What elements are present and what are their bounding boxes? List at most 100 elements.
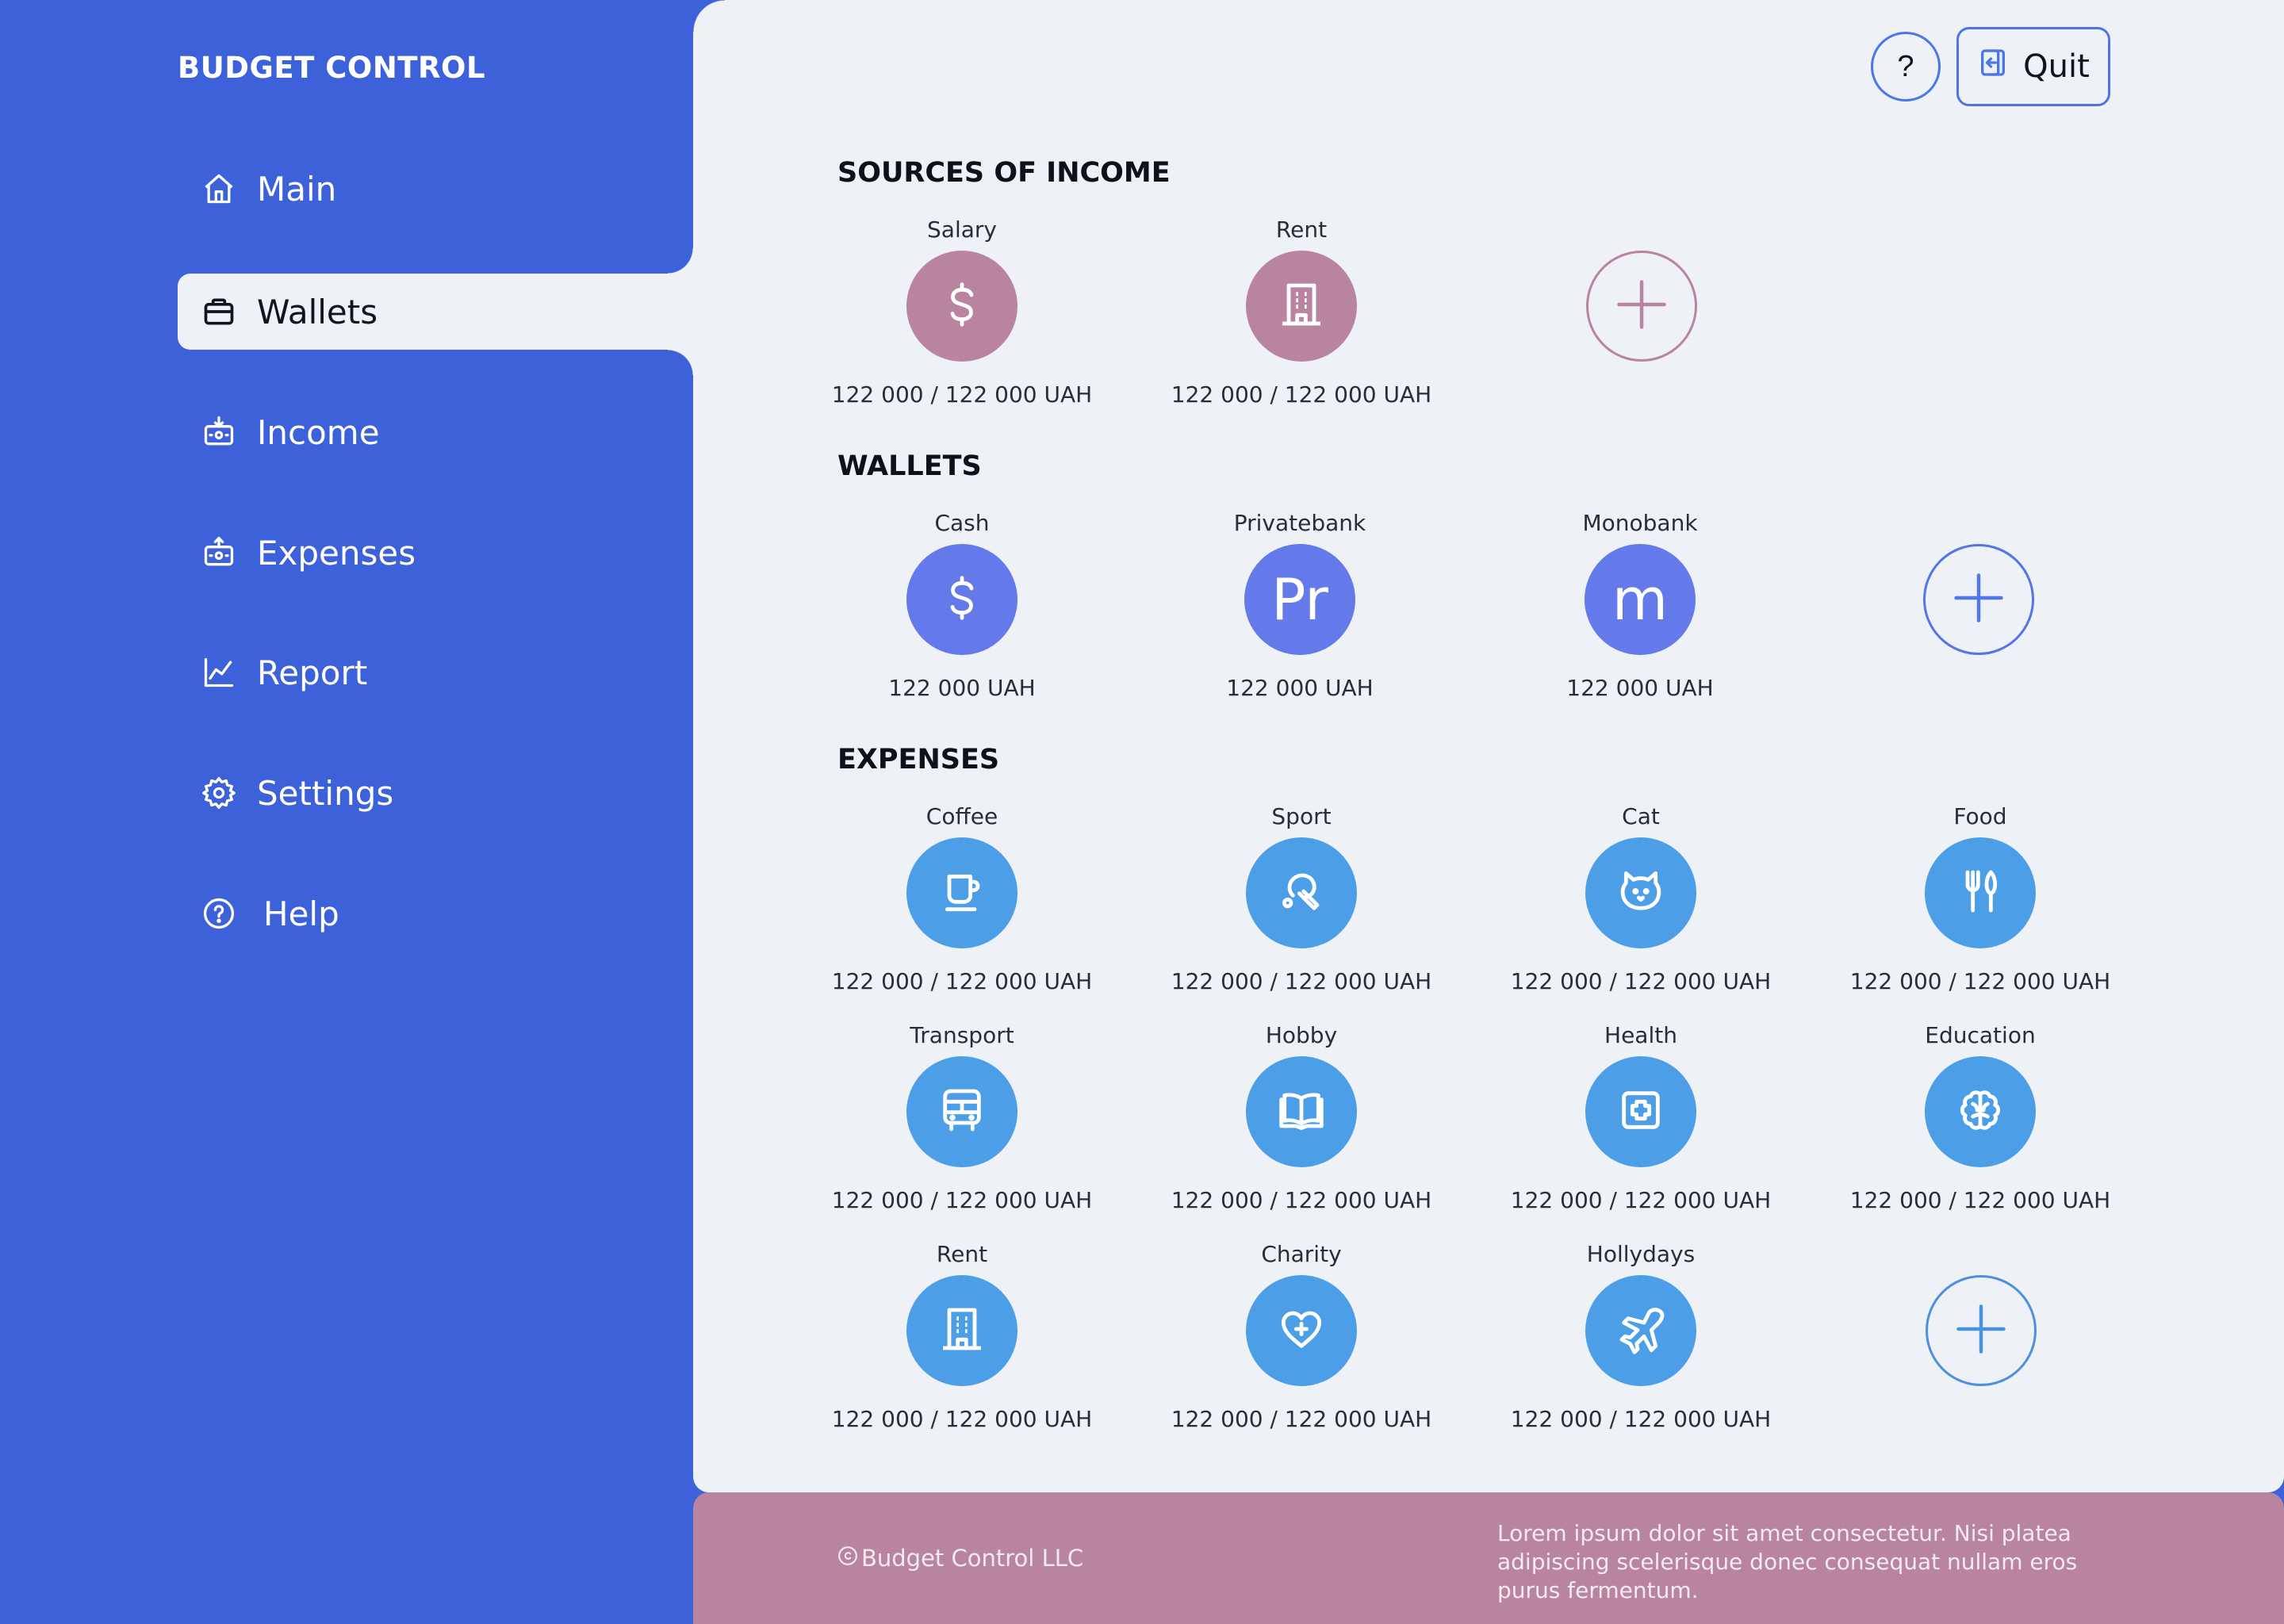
item-label: Rent — [1275, 216, 1328, 243]
privatebank-glyph: Pr — [1271, 566, 1328, 633]
app-logo: BUDGET CONTROL — [178, 51, 486, 85]
sidebar-item-help[interactable]: Help — [178, 875, 693, 952]
footer: Budget Control LLC Lorem ipsum dolor sit… — [693, 1492, 2284, 1624]
cat-icon — [1615, 866, 1666, 920]
copyright-icon — [837, 1545, 861, 1572]
help-button-label: ? — [1897, 49, 1914, 83]
item-icon-circle — [1585, 1056, 1696, 1167]
sidebar-item-report[interactable]: Report — [178, 634, 693, 710]
wallet-monobank[interactable]: Monobank m 122 000 UAH — [1489, 510, 1791, 708]
income-source-salary[interactable]: Salary 122 000 / 122 000 UAH — [811, 216, 1113, 415]
sidebar-item-label: Help — [263, 894, 339, 933]
home-icon — [201, 171, 236, 206]
item-label: Charity — [1261, 1241, 1342, 1267]
section-title-wallets: WALLETS — [837, 450, 982, 482]
dollar-icon — [937, 279, 987, 333]
item-amount: 122 000 / 122 000 UAH — [1510, 968, 1772, 994]
add-wallet-button[interactable] — [1923, 544, 2034, 655]
sidebar-item-label: Wallets — [257, 292, 378, 331]
ping-pong-icon — [1276, 866, 1327, 920]
item-label: Health — [1604, 1022, 1677, 1048]
item-amount: 122 000 / 122 000 UAH — [831, 1406, 1093, 1432]
sidebar-item-settings[interactable]: Settings — [178, 755, 693, 831]
item-icon-circle — [906, 544, 1017, 655]
chart-icon — [201, 655, 236, 690]
sidebar-item-wallets[interactable]: Wallets — [178, 248, 693, 375]
quit-button[interactable]: Quit — [1956, 27, 2110, 106]
item-amount: 122 000 / 122 000 UAH — [1510, 1187, 1772, 1213]
expense-hobby[interactable]: Hobby 122 000 / 122 000 UAH — [1151, 1022, 1452, 1220]
item-icon-circle — [906, 1275, 1017, 1386]
expense-cat[interactable]: Cat 122 000 / 122 000 UAH — [1490, 803, 1792, 1002]
item-icon-circle — [1925, 1056, 2036, 1167]
item-amount: 122 000 / 122 000 UAH — [1171, 1406, 1432, 1432]
item-label: Hollydays — [1586, 1241, 1696, 1267]
expense-rent[interactable]: Rent 122 000 / 122 000 UAH — [811, 1241, 1113, 1439]
section-title-expenses: EXPENSES — [837, 744, 1000, 776]
item-amount: 122 000 / 122 000 UAH — [831, 381, 1093, 408]
plus-icon — [1949, 568, 2009, 631]
income-icon — [201, 415, 236, 450]
item-label: Transport — [910, 1022, 1014, 1048]
expense-education[interactable]: Education 122 000 / 122 000 UAH — [1830, 1022, 2131, 1220]
item-icon-circle — [1246, 1275, 1357, 1386]
expense-health[interactable]: Health 122 000 / 122 000 UAH — [1490, 1022, 1792, 1220]
expenses-icon — [201, 535, 236, 570]
item-label: Food — [1953, 803, 2007, 829]
income-source-rent[interactable]: Rent 122 000 / 122 000 UAH — [1151, 216, 1452, 415]
help-circle-icon — [201, 896, 236, 931]
item-icon-circle — [1246, 251, 1357, 362]
expense-sport[interactable]: Sport 122 000 / 122 000 UAH — [1151, 803, 1452, 1002]
item-label: Coffee — [925, 803, 998, 829]
expense-transport[interactable]: Transport 122 000 / 122 000 UAH — [811, 1022, 1113, 1220]
sidebar-item-main[interactable]: Main — [178, 151, 693, 227]
item-amount: 122 000 / 122 000 UAH — [831, 1187, 1093, 1213]
expense-hollydays[interactable]: Hollydays 122 000 / 122 000 UAH — [1490, 1241, 1792, 1439]
item-amount: 122 000 / 122 000 UAH — [1171, 381, 1432, 408]
expense-charity[interactable]: Charity 122 000 / 122 000 UAH — [1151, 1241, 1452, 1439]
item-label: Hobby — [1265, 1022, 1338, 1048]
item-amount: 122 000 UAH — [1226, 675, 1374, 701]
dollar-icon — [937, 573, 987, 626]
copyright: Budget Control LLC — [837, 1492, 1083, 1624]
item-amount: 122 000 / 122 000 UAH — [1171, 968, 1432, 994]
plane-icon — [1615, 1304, 1666, 1358]
sidebar-item-income[interactable]: Income — [178, 394, 693, 470]
sidebar-item-expenses[interactable]: Expenses — [178, 515, 693, 591]
coffee-icon — [937, 866, 987, 920]
plus-icon — [1611, 274, 1672, 338]
item-icon-circle — [1246, 837, 1357, 948]
main-panel: ? Quit SOURCES OF INCOME Salary 122 000 … — [693, 0, 2284, 1492]
medical-cross-icon — [1615, 1085, 1666, 1139]
item-amount: 122 000 / 122 000 UAH — [1849, 1187, 2111, 1213]
item-label: Rent — [936, 1241, 988, 1267]
item-label: Cat — [1622, 803, 1660, 829]
building-icon — [937, 1304, 987, 1358]
heart-plus-icon — [1276, 1304, 1327, 1358]
item-label: Privatebank — [1233, 510, 1366, 536]
brain-icon — [1955, 1085, 2006, 1139]
add-expense-button[interactable] — [1926, 1275, 2037, 1386]
expense-food[interactable]: Food 122 000 / 122 000 UAH — [1830, 803, 2131, 1002]
item-icon-circle — [1585, 1275, 1696, 1386]
expense-coffee[interactable]: Coffee 122 000 / 122 000 UAH — [811, 803, 1113, 1002]
sidebar-item-label: Settings — [257, 773, 394, 813]
sidebar-item-label: Report — [257, 653, 368, 692]
item-label: Salary — [927, 216, 997, 243]
monobank-glyph: m — [1611, 566, 1669, 633]
item-icon-circle — [1925, 837, 2036, 948]
wallet-privatebank[interactable]: Privatebank Pr 122 000 UAH — [1149, 510, 1450, 708]
item-label: Monobank — [1582, 510, 1698, 536]
logout-icon — [1977, 47, 2009, 86]
item-amount: 122 000 UAH — [1566, 675, 1714, 701]
section-title-sources: SOURCES OF INCOME — [837, 157, 1171, 189]
book-icon — [1276, 1085, 1327, 1139]
building-icon — [1276, 279, 1327, 333]
add-income-source-button[interactable] — [1586, 251, 1697, 362]
item-label: Cash — [934, 510, 990, 536]
sidebar: BUDGET CONTROL Main Wallets Income Expen… — [0, 0, 693, 1624]
wallet-cash[interactable]: Cash 122 000 UAH — [811, 510, 1113, 708]
help-button[interactable]: ? — [1871, 32, 1941, 102]
item-icon-circle: m — [1585, 544, 1696, 655]
item-amount: 122 000 / 122 000 UAH — [1510, 1406, 1772, 1432]
